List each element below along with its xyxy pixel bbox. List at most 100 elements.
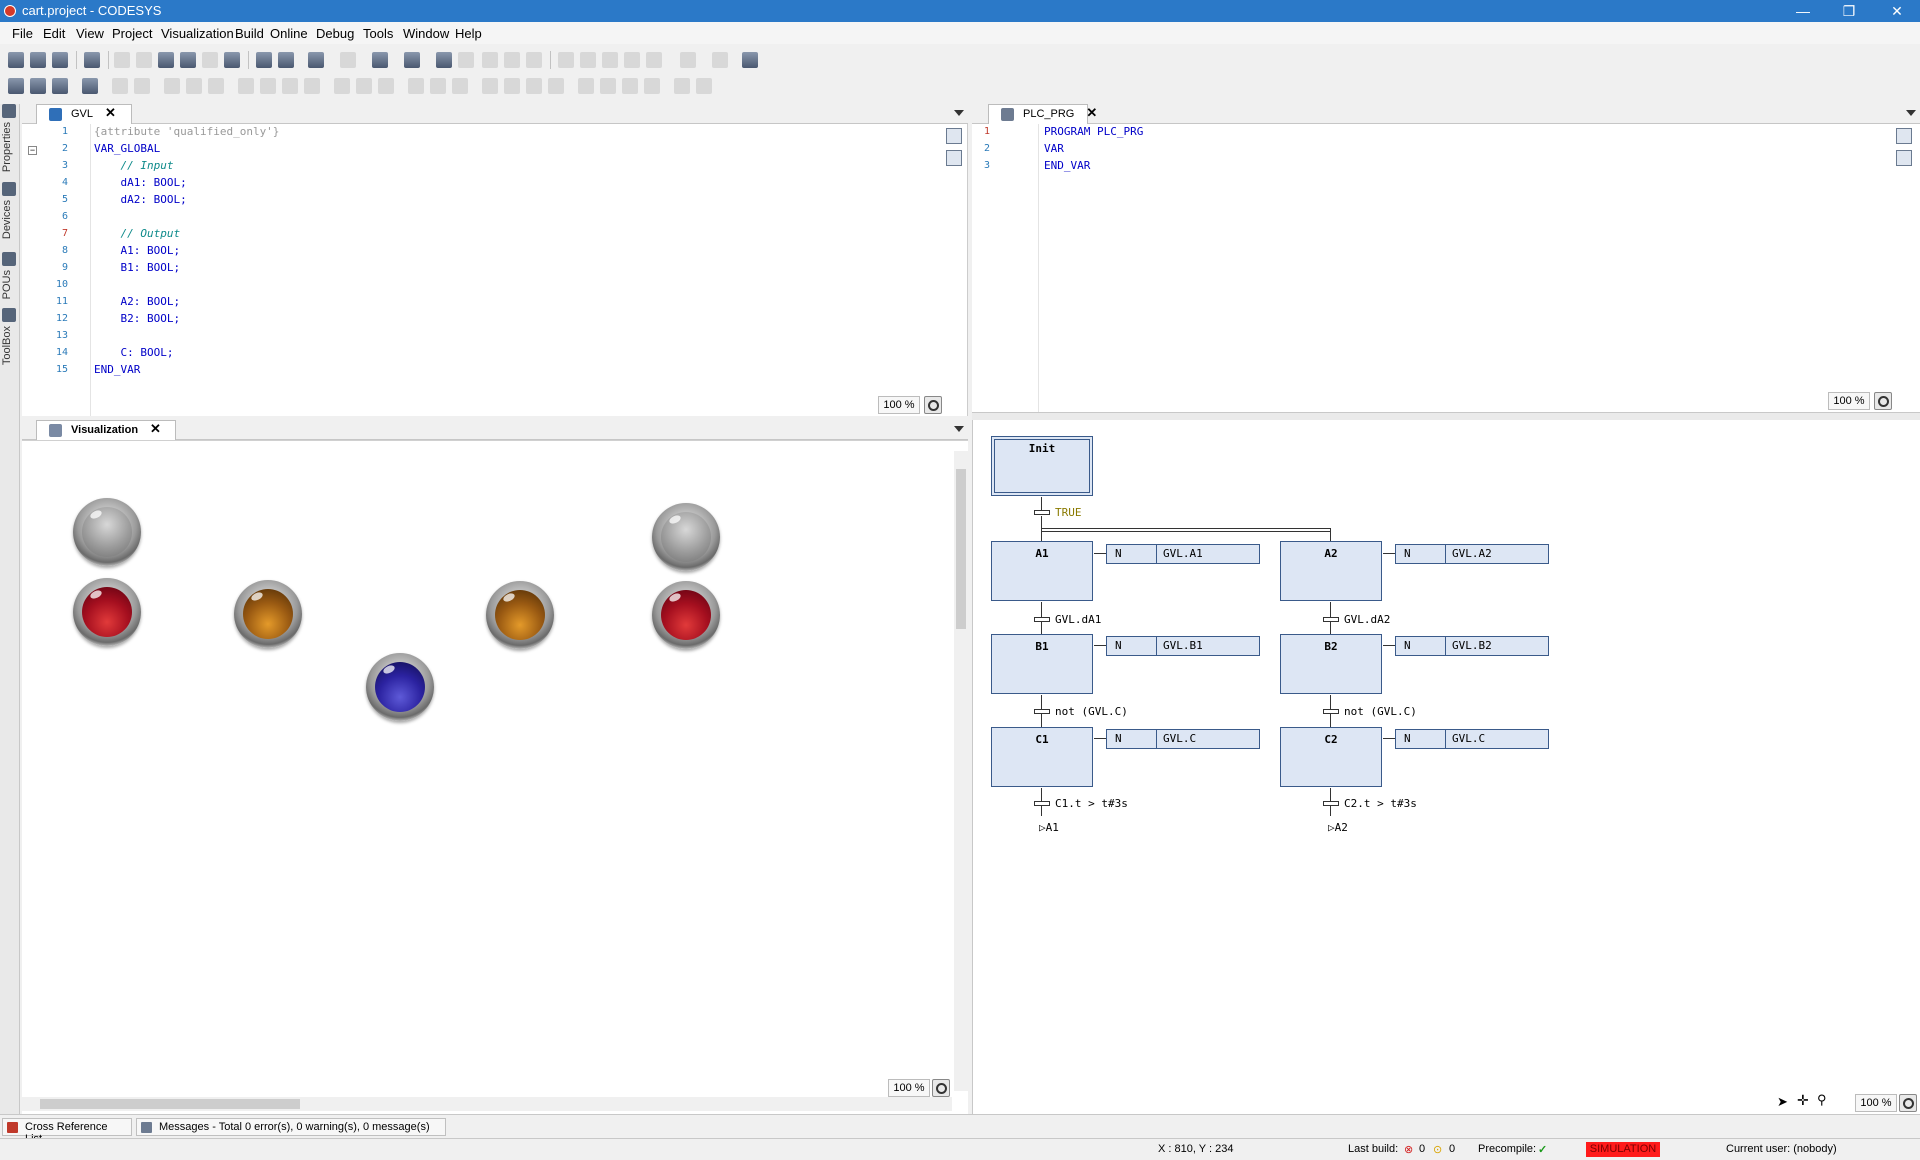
- table-view-icon[interactable]: [946, 150, 962, 166]
- align-right-icon[interactable]: [208, 78, 224, 94]
- lamp-red[interactable]: [652, 581, 720, 649]
- minimize-button[interactable]: —: [1780, 0, 1826, 22]
- sfc-transition[interactable]: [1323, 709, 1339, 714]
- sfc-transition[interactable]: [1323, 617, 1339, 622]
- breakpoint-icon[interactable]: [624, 52, 640, 68]
- one-forward-icon[interactable]: [622, 78, 638, 94]
- menu-file[interactable]: File: [12, 26, 33, 41]
- gvl-zoom-value[interactable]: 100 %: [878, 396, 920, 414]
- table-view-icon[interactable]: [1896, 150, 1912, 166]
- align-middle-icon[interactable]: [260, 78, 276, 94]
- copy-icon[interactable]: [180, 52, 196, 68]
- align-center-icon[interactable]: [186, 78, 202, 94]
- declaration-view-icon[interactable]: [1896, 128, 1912, 144]
- declaration-view-icon[interactable]: [946, 128, 962, 144]
- menu-debug[interactable]: Debug: [316, 26, 354, 41]
- sfc-jump[interactable]: ▷A1: [1039, 821, 1059, 834]
- sfc-step-b2[interactable]: B2: [1280, 634, 1382, 694]
- lamp-gray[interactable]: [73, 498, 141, 566]
- plcprg-editor[interactable]: 1 2 3 PROGRAM PLC_PRG VAR END_VAR 100 %: [972, 124, 1920, 412]
- cut-icon[interactable]: [158, 52, 174, 68]
- lamp-brown[interactable]: [234, 580, 302, 648]
- tab-gvl[interactable]: GVL ✕: [36, 104, 132, 124]
- simulation-badge[interactable]: SIMULATION: [1586, 1142, 1660, 1157]
- align-vertical-icon[interactable]: [304, 78, 320, 94]
- sfc-action[interactable]: N GVL.A2: [1395, 544, 1549, 564]
- tab-messages[interactable]: Messages - Total 0 error(s), 0 warning(s…: [136, 1118, 446, 1136]
- project-icon[interactable]: [308, 52, 324, 68]
- align-left-icon[interactable]: [164, 78, 180, 94]
- pointer-tool-icon[interactable]: ➤: [1777, 1094, 1788, 1110]
- splitter[interactable]: [972, 412, 1920, 420]
- compile-icon[interactable]: [404, 52, 420, 68]
- sfc-action[interactable]: N GVL.A1: [1106, 544, 1260, 564]
- rail-tab-pous[interactable]: POUs: [1, 252, 18, 299]
- vertical-scrollbar[interactable]: [954, 451, 968, 1091]
- menu-window[interactable]: Window: [403, 26, 449, 41]
- redo-icon[interactable]: [136, 52, 152, 68]
- tab-list-arrow-icon[interactable]: [1906, 110, 1916, 116]
- lamp-gray[interactable]: [652, 503, 720, 571]
- align-bottom-icon[interactable]: [282, 78, 298, 94]
- sfc-step-init[interactable]: Init: [991, 436, 1093, 496]
- close-tab-icon[interactable]: ✕: [1086, 105, 1097, 120]
- tab-plc-prg[interactable]: PLC_PRG ✕: [988, 104, 1097, 124]
- step-out-icon[interactable]: [602, 52, 618, 68]
- sfc-jump[interactable]: ▷A2: [1328, 821, 1348, 834]
- sfc-action[interactable]: N GVL.B1: [1106, 636, 1260, 656]
- distribute-v2-icon[interactable]: [430, 78, 446, 94]
- zoom-icon[interactable]: [1874, 392, 1892, 410]
- step-over-icon[interactable]: [558, 52, 574, 68]
- sfc-action[interactable]: N GVL.B2: [1395, 636, 1549, 656]
- undo-icon[interactable]: [114, 52, 130, 68]
- new-file-icon[interactable]: [8, 52, 24, 68]
- menu-build[interactable]: Build: [235, 26, 264, 41]
- step-into-icon[interactable]: [580, 52, 596, 68]
- save-icon[interactable]: [52, 52, 68, 68]
- add-object-icon[interactable]: [340, 52, 356, 68]
- distribute-v-icon[interactable]: [408, 78, 424, 94]
- tab-list-arrow-icon[interactable]: [954, 110, 964, 116]
- lamp-red[interactable]: [73, 578, 141, 646]
- menu-visualization[interactable]: Visualization: [161, 26, 234, 41]
- sfc-action[interactable]: N GVL.C: [1106, 729, 1260, 749]
- vis-zoom-value[interactable]: 100 %: [888, 1079, 930, 1097]
- vis-ungroup-icon[interactable]: [134, 78, 150, 94]
- tab-visualization[interactable]: Visualization ✕: [36, 420, 176, 440]
- distribute-v3-icon[interactable]: [452, 78, 468, 94]
- send-back-icon[interactable]: [600, 78, 616, 94]
- vis-extra-icon[interactable]: [674, 78, 690, 94]
- sfc-transition[interactable]: [1034, 510, 1050, 515]
- new-window-icon[interactable]: [372, 52, 388, 68]
- vis-rectangle-icon[interactable]: [82, 78, 98, 94]
- sfc-step-c2[interactable]: C2: [1280, 727, 1382, 787]
- open-file-icon[interactable]: [30, 52, 46, 68]
- collapse-toggle-icon[interactable]: −: [28, 146, 37, 155]
- horizontal-scrollbar[interactable]: [22, 1097, 952, 1111]
- menu-view[interactable]: View: [76, 26, 104, 41]
- tab-list-arrow-icon[interactable]: [954, 426, 964, 432]
- vis-select-icon[interactable]: [8, 78, 24, 94]
- size-grid-icon[interactable]: [548, 78, 564, 94]
- pan-tool-icon[interactable]: ✛: [1797, 1092, 1809, 1109]
- gvl-editor[interactable]: 1 2 3 4 5 6 7 8 9 10 11 12 13 14 15 − {a…: [22, 124, 968, 416]
- menu-tools[interactable]: Tools: [363, 26, 393, 41]
- one-backward-icon[interactable]: [644, 78, 660, 94]
- toolbar-options-icon[interactable]: [742, 52, 758, 68]
- menu-help[interactable]: Help: [455, 26, 482, 41]
- login-icon[interactable]: [436, 52, 452, 68]
- sfc-zoom-value[interactable]: 100 %: [1855, 1094, 1897, 1112]
- reset-icon[interactable]: [526, 52, 542, 68]
- plcprg-zoom-value[interactable]: 100 %: [1828, 392, 1870, 410]
- vis-table-icon[interactable]: [52, 78, 68, 94]
- same-size-icon[interactable]: [526, 78, 542, 94]
- flow-control-icon[interactable]: [680, 52, 696, 68]
- close-window-button[interactable]: ✕: [1874, 0, 1920, 22]
- run-icon[interactable]: [482, 52, 498, 68]
- close-tab-icon[interactable]: ✕: [150, 421, 161, 436]
- zoom-icon[interactable]: [1899, 1094, 1917, 1112]
- breakpoints-list-icon[interactable]: [646, 52, 662, 68]
- bring-front-icon[interactable]: [578, 78, 594, 94]
- rail-tab-devices[interactable]: Devices: [1, 182, 18, 239]
- sfc-transition[interactable]: [1034, 709, 1050, 714]
